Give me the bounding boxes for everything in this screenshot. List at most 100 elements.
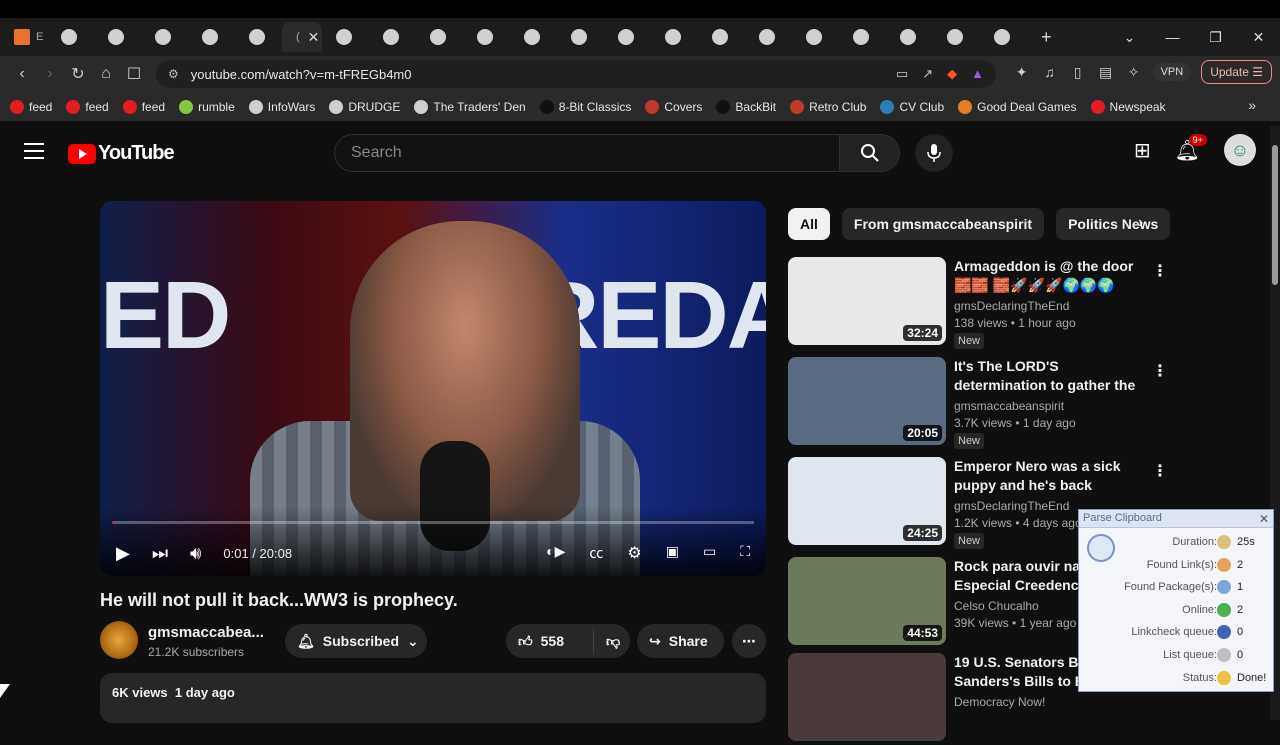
- browser-tab[interactable]: [369, 22, 416, 52]
- brave-shield-icon[interactable]: ◆: [947, 66, 957, 82]
- bookmark-item[interactable]: feed: [66, 99, 109, 114]
- browser-tab[interactable]: [745, 22, 792, 52]
- more-vert-icon[interactable]: ⋮: [1152, 361, 1168, 381]
- description-box[interactable]: 6K views 1 day ago: [100, 673, 766, 723]
- fullscreen-icon[interactable]: ⛶: [740, 543, 750, 563]
- youtube-logo[interactable]: YouTube: [68, 142, 175, 165]
- recommendation-channel[interactable]: gmsmaccabeanspirit: [954, 399, 1064, 413]
- close-window-button[interactable]: ✕: [1237, 29, 1280, 46]
- recommendation-item[interactable]: 20:05 It's The LORD'S determination to ga…: [788, 357, 1168, 449]
- browser-tab[interactable]: [141, 22, 188, 52]
- menu-icon[interactable]: [24, 143, 44, 164]
- browser-tab[interactable]: [188, 22, 235, 52]
- theater-icon[interactable]: ▭: [703, 543, 716, 563]
- progress-bar[interactable]: [112, 521, 754, 524]
- browser-tab[interactable]: [322, 22, 369, 52]
- browser-tab[interactable]: [235, 22, 282, 52]
- scrollbar-thumb[interactable]: [1272, 145, 1278, 285]
- browser-tab[interactable]: [604, 22, 651, 52]
- bookmark-item[interactable]: The Traders' Den: [414, 99, 526, 114]
- next-icon[interactable]: ⏭: [152, 543, 168, 564]
- recommendation-thumbnail[interactable]: 20:05: [788, 357, 946, 445]
- browser-tab[interactable]: [47, 22, 94, 52]
- browser-tab[interactable]: (✕: [282, 22, 322, 52]
- forward-button[interactable]: ›: [36, 65, 64, 83]
- bookmark-item[interactable]: BackBit: [716, 99, 776, 114]
- recommendation-thumbnail[interactable]: 44:53: [788, 557, 946, 645]
- leo-icon[interactable]: ✧: [1125, 64, 1143, 81]
- bookmark-item[interactable]: rumble: [179, 99, 235, 114]
- channel-avatar[interactable]: [100, 621, 138, 659]
- recommendation-channel[interactable]: Celso Chucalho: [954, 599, 1039, 613]
- url-text[interactable]: youtube.com/watch?v=m-tFREGb4m0: [191, 67, 412, 82]
- wallet-icon[interactable]: ▤: [1097, 64, 1115, 81]
- recommendation-title[interactable]: It's The LORD'S determination to gather …: [954, 357, 1150, 395]
- recommendation-item[interactable]: 32:24 Armageddon is @ the door 🧱🧱 🧱🚀🚀🚀🌍🌍🌍…: [788, 257, 1168, 349]
- recommendation-title[interactable]: Armageddon is @ the door 🧱🧱 🧱🚀🚀🚀🌍🌍🌍: [954, 257, 1150, 295]
- back-button[interactable]: ‹: [8, 65, 36, 83]
- minimize-button[interactable]: —: [1151, 29, 1194, 45]
- popup-close-icon[interactable]: ✕: [1259, 512, 1269, 526]
- bookmark-item[interactable]: Good Deal Games: [958, 99, 1077, 114]
- bookmark-item[interactable]: CV Club: [880, 99, 944, 114]
- browser-tab[interactable]: [94, 22, 141, 52]
- create-icon[interactable]: ⊞: [1134, 138, 1151, 163]
- bookmark-item[interactable]: Covers: [645, 99, 702, 114]
- subscribe-button[interactable]: 🔔︎ Subscribed ⌄: [285, 624, 427, 658]
- more-vert-icon[interactable]: ⋮: [1152, 461, 1168, 481]
- recommendation-channel[interactable]: gmsDeclaringTheEnd: [954, 299, 1069, 313]
- bookmark-item[interactable]: feed: [122, 99, 165, 114]
- bookmark-item[interactable]: Newspeak: [1090, 99, 1166, 114]
- browser-tab[interactable]: [839, 22, 886, 52]
- reload-button[interactable]: ↻: [64, 64, 92, 84]
- more-vert-icon[interactable]: ⋮: [1152, 261, 1168, 281]
- account-avatar[interactable]: ☺: [1224, 134, 1256, 166]
- voice-search-button[interactable]: [915, 134, 953, 172]
- bookmark-icon[interactable]: ☐: [120, 64, 148, 84]
- volume-icon[interactable]: 🔊︎: [190, 543, 201, 564]
- recommendation-channel[interactable]: gmsDeclaringTheEnd: [954, 499, 1069, 513]
- bookmark-item[interactable]: Retro Club: [790, 99, 866, 114]
- channel-name[interactable]: gmsmaccabea...: [148, 624, 264, 641]
- tab-close-icon[interactable]: ✕: [308, 29, 320, 46]
- share-page-icon[interactable]: ↗: [922, 66, 933, 82]
- home-button[interactable]: ⌂: [92, 65, 120, 83]
- filter-chip[interactable]: All: [788, 208, 830, 240]
- search-button[interactable]: [840, 134, 900, 172]
- bookmark-item[interactable]: DRUDGE: [329, 99, 400, 114]
- filter-chip[interactable]: Politics News: [1056, 208, 1171, 240]
- bookmark-item[interactable]: 8-Bit Classics: [539, 99, 631, 114]
- filter-chip[interactable]: From gmsmaccabeanspirit: [841, 208, 1045, 240]
- recommendation-channel[interactable]: Democracy Now!: [954, 695, 1045, 709]
- bookmark-item[interactable]: feed: [10, 99, 52, 114]
- settings-icon[interactable]: ⚙: [627, 543, 641, 563]
- recommendation-thumbnail[interactable]: 32:24: [788, 257, 946, 345]
- notifications-button[interactable]: 🔔︎ 9+: [1175, 133, 1207, 163]
- recommendation-thumbnail[interactable]: 24:25: [788, 457, 946, 545]
- search-input[interactable]: Search: [334, 134, 840, 172]
- update-button[interactable]: Update ☰: [1201, 60, 1272, 84]
- browser-tab[interactable]: [463, 22, 510, 52]
- video-player[interactable]: ED REDA ▶ ⏭ 🔊︎ 0:01 / 20:08 ◐▶ ㏄ ⚙ ▣ ▭ ⛶: [100, 201, 766, 576]
- cast-icon[interactable]: ▭: [896, 66, 908, 82]
- recommendation-thumbnail[interactable]: [788, 653, 946, 741]
- browser-tab[interactable]: E: [0, 22, 47, 52]
- like-button[interactable]: 👍︎ 558: [518, 629, 594, 653]
- browser-tab[interactable]: [651, 22, 698, 52]
- brave-rewards-icon[interactable]: ▲: [971, 66, 984, 82]
- chevron-right-icon[interactable]: ›: [1138, 214, 1143, 232]
- autoplay-toggle[interactable]: ◐▶: [546, 543, 565, 563]
- browser-tab[interactable]: [416, 22, 463, 52]
- browser-tab[interactable]: [792, 22, 839, 52]
- recommendation-title[interactable]: Emperor Nero was a sick puppy and he's b…: [954, 457, 1150, 495]
- bookmarks-overflow-icon[interactable]: »: [1248, 97, 1256, 113]
- miniplayer-icon[interactable]: ▣: [666, 543, 679, 563]
- captions-icon[interactable]: ㏄: [589, 543, 603, 563]
- restore-button[interactable]: ❐: [1194, 29, 1237, 46]
- browser-tab[interactable]: [980, 22, 1027, 52]
- tab-search-icon[interactable]: ⌄: [1108, 29, 1151, 46]
- browser-tab[interactable]: [933, 22, 980, 52]
- browser-tab[interactable]: [510, 22, 557, 52]
- browser-tab[interactable]: [557, 22, 604, 52]
- more-actions-button[interactable]: ⋯: [732, 624, 766, 658]
